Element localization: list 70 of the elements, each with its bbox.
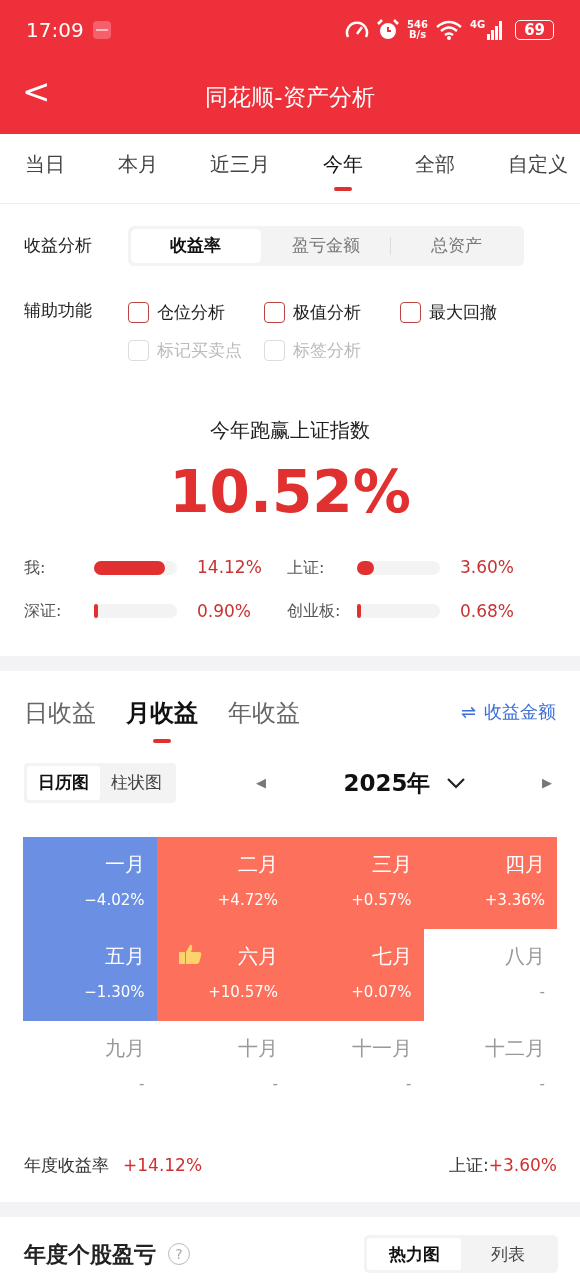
alarm-clock-icon [377,19,400,41]
network-type-text: 4G [469,18,486,32]
month-cell[interactable]: 九月 - [23,1020,157,1113]
period-tab[interactable]: 自定义 [507,149,568,203]
checkbox[interactable] [400,302,421,324]
return-reading: 14.12% [196,556,263,579]
page-title: 同花顺-资产分析 [205,82,375,112]
clock: 17:09 [26,17,84,44]
segment-option[interactable]: 总资产 [391,229,521,263]
checkbox[interactable] [264,302,285,324]
annual-return-label: 年度收益率 [24,1153,109,1177]
checkbox-label: 仓位分析 [157,301,225,324]
net-speed-text: 546 B/s [407,19,428,41]
view-option[interactable]: 日历图 [27,766,100,800]
view-option[interactable]: 列表 [461,1238,555,1270]
period-tab[interactable]: 当日 [25,149,65,203]
signal-icon [487,20,504,40]
return-reading: 0.68% [459,599,515,623]
period-tab[interactable]: 本月 [117,149,158,203]
month-cell[interactable]: 一月 −4.02% [23,836,157,929]
month-cell[interactable]: 三月 +0.57% [290,836,424,929]
period-tab[interactable]: 今年 [322,149,363,203]
section-label: 辅助功能 [24,299,93,322]
next-year-button[interactable]: ▶ [536,772,558,794]
index-return-value: +3.60% [488,1153,557,1177]
summary-headline: 今年跑赢上证指数 [209,417,371,444]
checkbox-label: 最大回撤 [429,301,497,324]
battery-indicator: 69 [515,20,554,40]
annual-return-value: +14.12% [123,1153,203,1177]
year-dropdown[interactable]: 2025年 [337,764,471,801]
index-label: 上证: [449,1153,489,1177]
earnings-tab[interactable]: 月收益 [126,695,198,743]
month-cell[interactable]: 十月 - [156,1020,290,1113]
checkbox-label: 标记买卖点 [157,338,242,362]
period-tab[interactable]: 全部 [415,149,456,203]
section-label: 收益分析 [24,234,93,258]
back-button[interactable]: < [22,74,51,108]
index-name: 我: [24,556,47,579]
index-name: 创业板: [287,600,342,623]
month-cell[interactable]: 八月 - [423,928,557,1021]
checkbox-label: 标签分析 [293,338,361,362]
chevron-down-icon [446,776,465,789]
month-cell[interactable]: 五月 −1.30% [23,928,157,1021]
toggle-link[interactable]: ⇌ 收益金额 [454,697,562,726]
wifi-icon [435,20,462,40]
month-cell[interactable]: 十一月 - [290,1020,424,1113]
app-notification-icon [91,20,112,40]
return-reading: 0.90% [196,599,252,623]
month-cell[interactable]: 四月 +3.36% [423,836,557,929]
month-cell[interactable]: 十二月 - [423,1020,557,1113]
checkbox-label: 极值分析 [293,301,361,324]
previous-year-button[interactable]: ◀ [250,772,272,794]
segment-option[interactable]: 盈亏金额 [260,229,391,263]
index-name: 深证: [24,600,63,623]
month-cell[interactable]: 六月 +10.57% [156,928,290,1021]
period-tab[interactable]: 近三月 [210,149,271,203]
month-cell[interactable]: 二月 +4.72% [156,836,290,929]
thumbs-up-icon [178,942,203,965]
earnings-tab[interactable]: 日收益 [24,695,96,731]
return-value: 10.52% [169,463,411,521]
earnings-tab[interactable]: 年收益 [228,695,300,731]
checkbox[interactable] [128,302,149,324]
view-option[interactable]: 柱状图 [100,766,173,800]
segment-option[interactable]: 收益率 [131,229,261,263]
section-title: 年度个股盈亏 [24,1240,156,1269]
index-name: 上证: [287,556,326,579]
swap-icon: ⇌ [460,698,476,725]
month-cell[interactable]: 七月 +0.07% [290,928,424,1021]
view-option[interactable]: 热力图 [367,1238,461,1270]
return-reading: 3.60% [459,556,515,579]
